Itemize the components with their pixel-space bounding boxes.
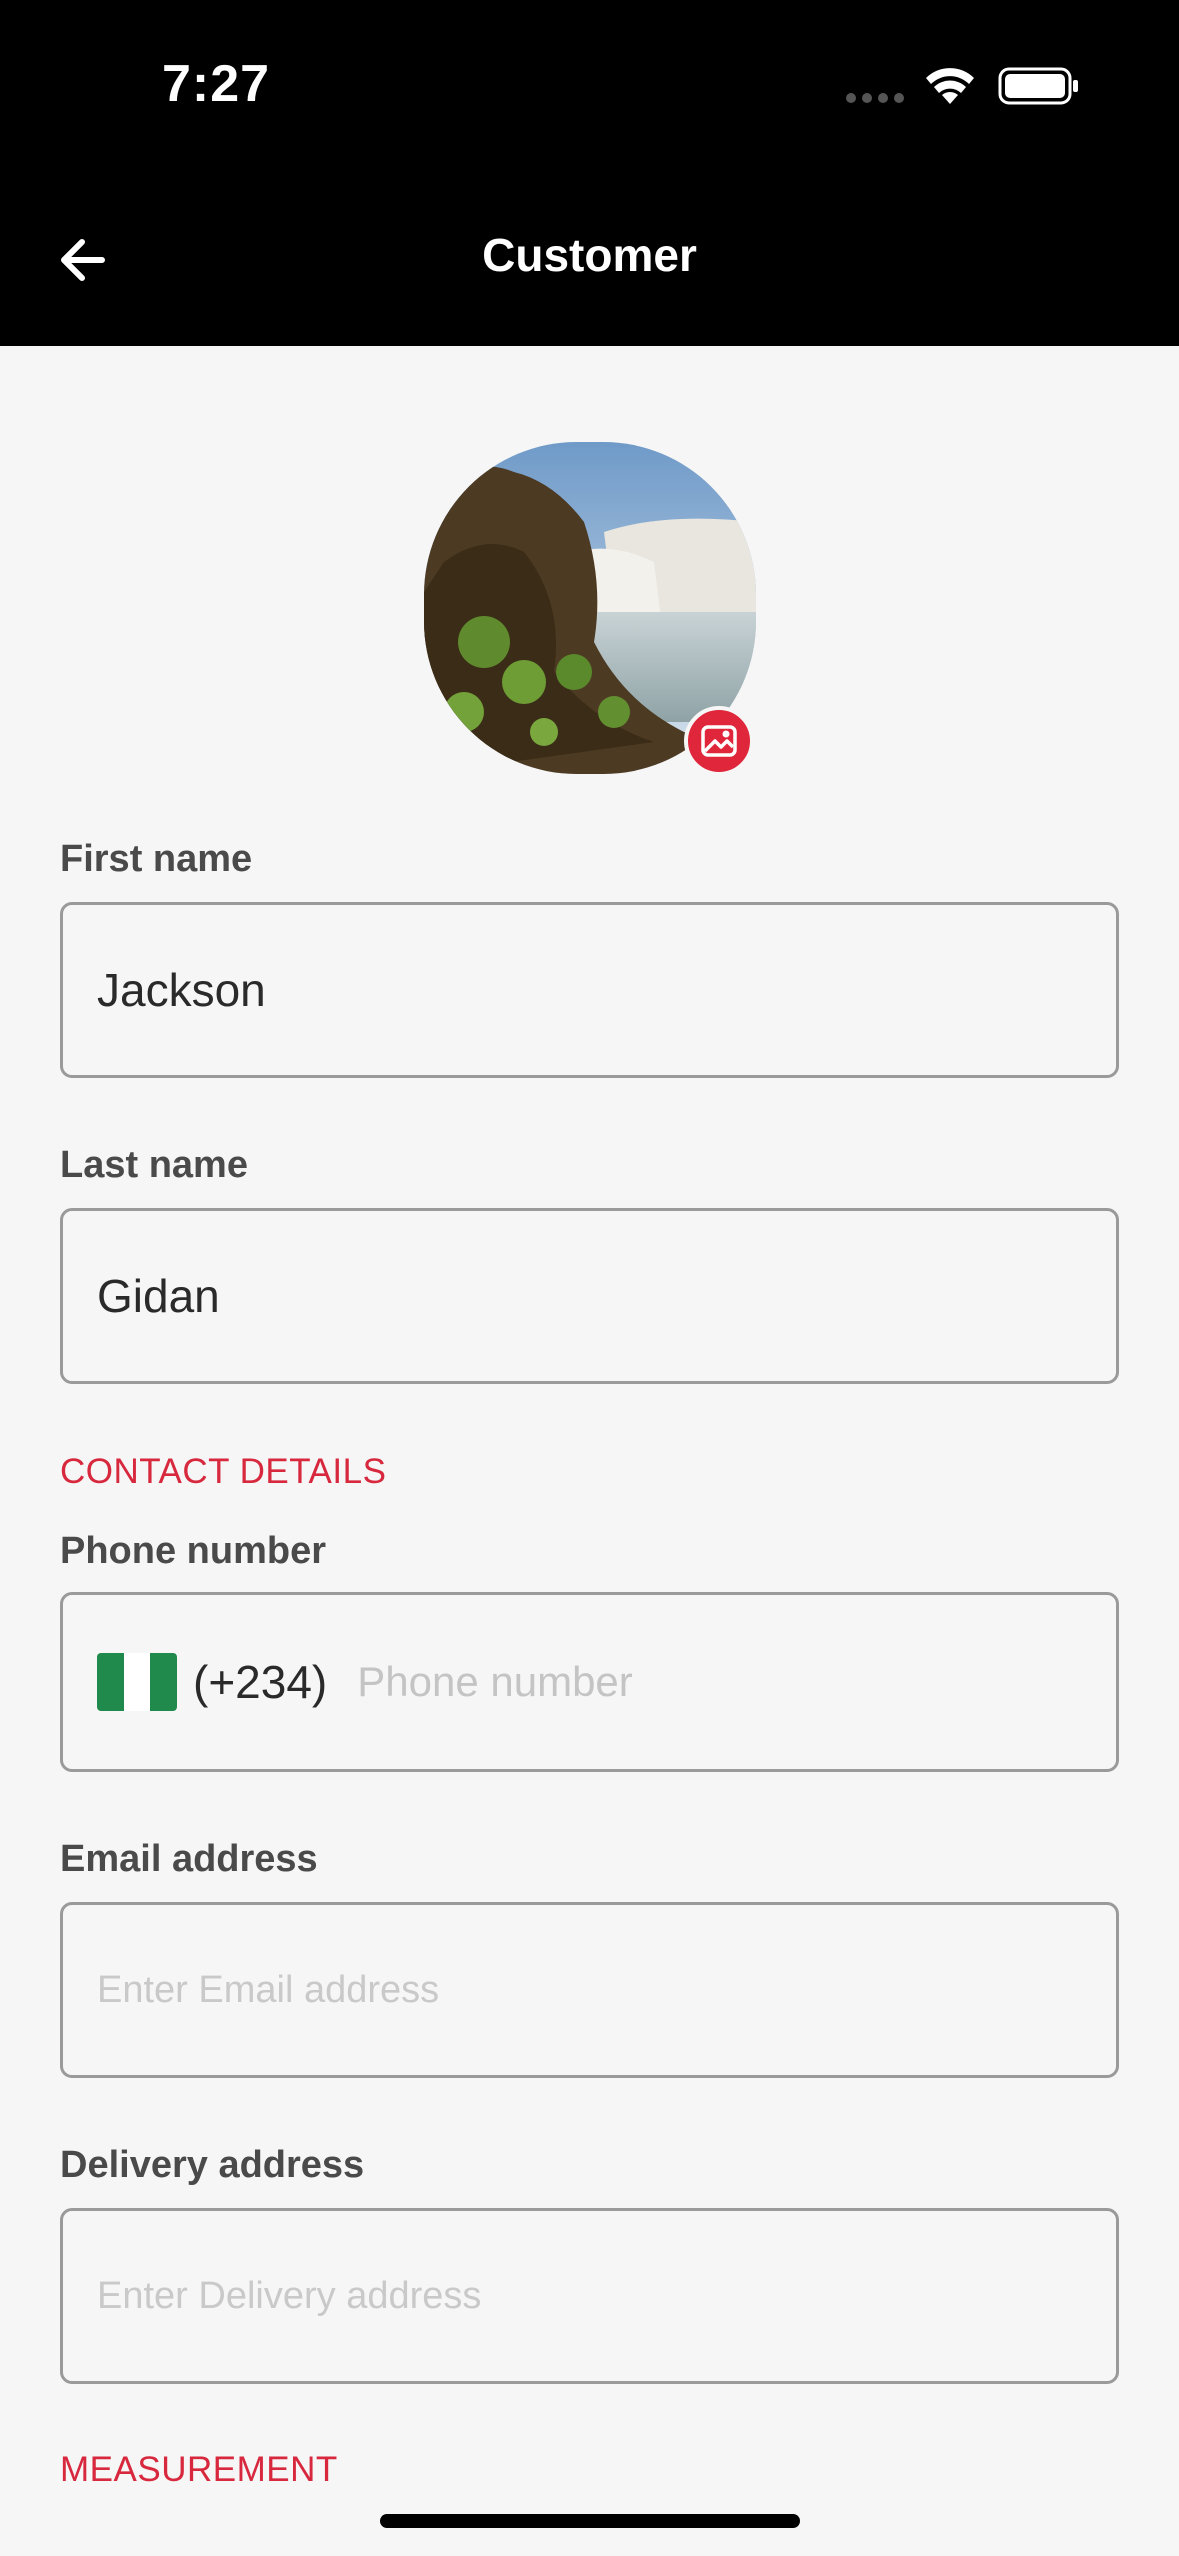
phone-number-field[interactable]: (+234) Phone number	[60, 1592, 1119, 1772]
image-edit-icon	[701, 725, 737, 757]
email-address-field[interactable]: Enter Email address	[60, 1902, 1119, 2078]
delivery-address-field[interactable]: Enter Delivery address	[60, 2208, 1119, 2384]
change-photo-button[interactable]	[684, 706, 754, 776]
delivery-address-label: Delivery address	[60, 2144, 365, 2186]
status-bar: 7:27	[0, 0, 1179, 180]
first-name-field[interactable]: Jackson	[60, 902, 1119, 1078]
email-address-label: Email address	[60, 1838, 318, 1880]
home-indicator[interactable]	[380, 2514, 800, 2528]
first-name-label: First name	[60, 838, 253, 880]
country-dial-code[interactable]: (+234)	[193, 1655, 327, 1709]
first-name-value: Jackson	[97, 964, 266, 1016]
phone-number-label: Phone number	[60, 1530, 327, 1572]
delivery-address-placeholder: Enter Delivery address	[97, 2274, 482, 2317]
navigation-bar: Customer	[0, 180, 1179, 346]
last-name-field[interactable]: Gidan	[60, 1208, 1119, 1384]
page-title: Customer	[482, 229, 697, 281]
contact-details-heading: CONTACT DETAILS	[60, 1452, 387, 1491]
email-address-placeholder: Enter Email address	[97, 1968, 440, 2011]
avatar-container[interactable]	[424, 442, 756, 776]
measurement-heading: MEASUREMENT	[60, 2450, 338, 2489]
last-name-label: Last name	[60, 1144, 248, 1186]
nigeria-flag-icon[interactable]	[97, 1653, 177, 1711]
cellular-signal-icon	[846, 93, 904, 103]
wifi-icon	[926, 68, 974, 104]
phone-number-placeholder: Phone number	[357, 1658, 633, 1705]
last-name-value: Gidan	[97, 1270, 220, 1322]
battery-icon	[998, 67, 1078, 105]
status-time: 7:27	[162, 55, 271, 113]
